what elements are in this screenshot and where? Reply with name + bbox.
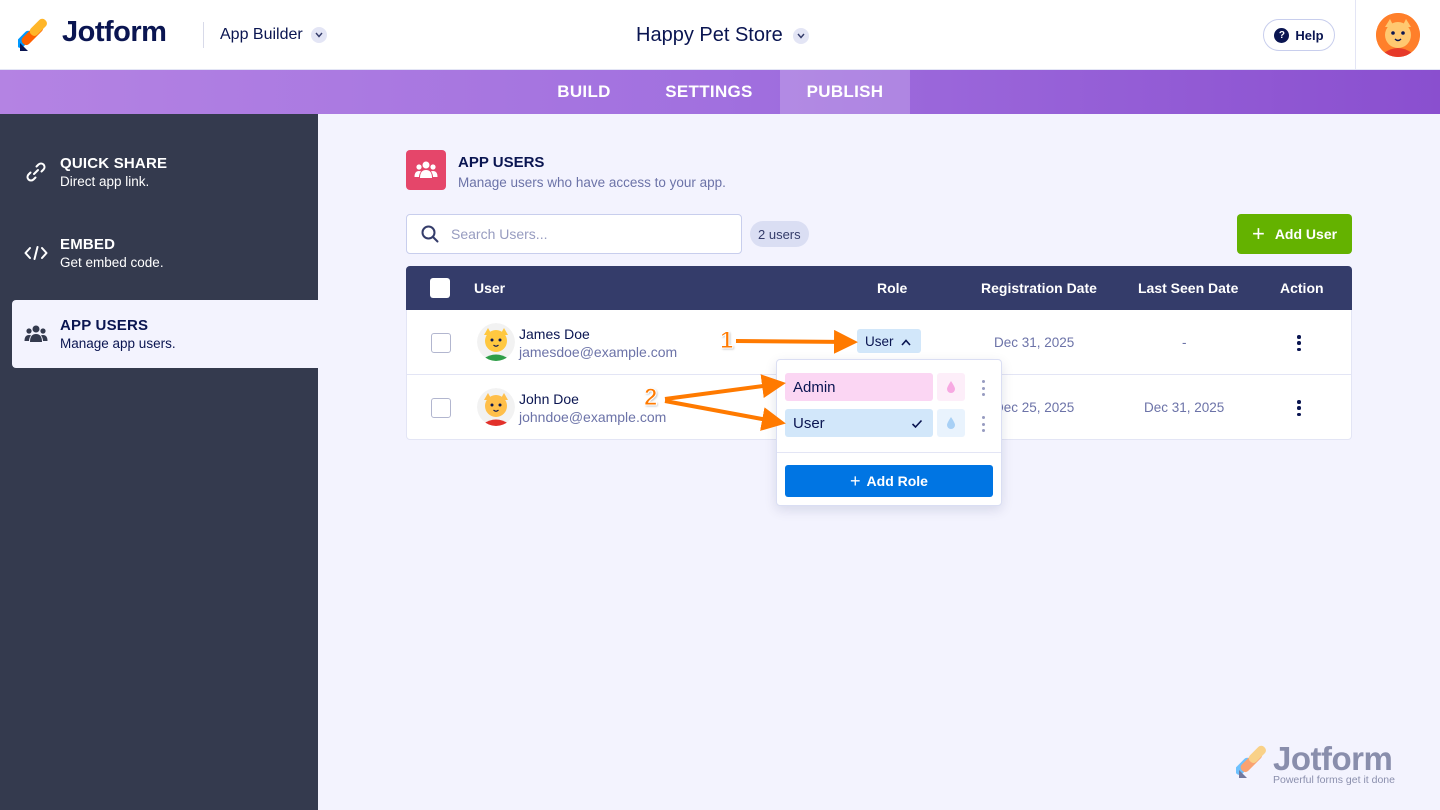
user-name: James Doe [519,326,590,342]
question-icon: ? [1274,27,1290,43]
column-header-registration-date: Registration Date [981,280,1097,296]
search-box [406,214,742,254]
tab-build[interactable]: BUILD [530,70,638,114]
plus-icon: + [850,471,861,491]
role-label: User [865,333,894,349]
column-header-user: User [474,280,506,296]
publish-sidebar: QUICK SHARE Direct app link. EMBED Get e… [0,114,318,810]
color-drop-icon[interactable] [937,409,965,437]
sidebar-item-subtitle: Manage app users. [60,336,176,351]
checkmark-icon [911,416,923,433]
annotation-step-2: 2 [643,384,658,412]
sidebar-item-subtitle: Direct app link. [60,174,150,189]
column-header-action: Action [1280,280,1324,296]
jotform-watermark-icon [1234,745,1266,778]
app-builder-menu[interactable]: App Builder [220,26,327,44]
role-option-label: User [793,414,825,432]
search-icon [421,225,439,243]
header-divider [1355,0,1356,70]
watermark-brand: Jotform [1273,740,1393,777]
chevron-up-icon [900,334,911,349]
app-title: Happy Pet Store [636,24,783,46]
last-seen-date: Dec 31, 2025 [1144,400,1225,415]
jotform-logo-icon [15,17,50,51]
page-subtitle: Manage users who have access to your app… [458,175,726,190]
role-option-menu-icon[interactable] [980,416,986,432]
page-title: APP USERS [458,154,545,171]
top-header: Jotform App Builder Happy Pet Store ? He… [0,0,1440,70]
app-builder-label: App Builder [220,26,303,43]
app-title-menu[interactable]: Happy Pet Store [636,24,809,47]
role-option-menu-icon[interactable] [980,380,986,396]
help-button[interactable]: ? Help [1263,19,1335,51]
sidebar-item-title: QUICK SHARE [60,155,168,172]
user-email: jamesdoe@example.com [519,344,678,360]
column-header-role: Role [877,280,908,296]
jotform-watermark: Jotform Powerful forms get it done [1234,740,1395,786]
role-dropdown: Admin User + Add Role [776,359,1002,506]
user-name: John Doe [519,391,579,407]
sidebar-item-quick-share[interactable]: QUICK SHARE Direct app link. [12,138,318,206]
row-checkbox[interactable] [431,333,451,353]
header-divider [203,22,204,48]
builder-tabs: BUILD SETTINGS PUBLISH [0,70,1440,114]
sidebar-item-title: APP USERS [60,317,149,334]
role-option-user[interactable]: User [785,409,933,437]
row-actions-kebab-icon[interactable] [1296,335,1302,351]
users-icon [406,150,446,190]
user-count-badge: 2 users [750,221,809,247]
annotation-step-1: 1 [719,327,734,355]
role-selector[interactable]: User [857,329,921,353]
add-user-button[interactable]: + Add User [1237,214,1352,254]
code-icon [24,241,48,265]
role-option-label: Admin [793,378,836,396]
table-header: User Role Registration Date Last Seen Da… [406,266,1352,310]
sidebar-item-subtitle: Get embed code. [60,255,164,270]
search-input[interactable] [451,226,731,242]
registration-date: Dec 31, 2025 [994,335,1075,350]
account-avatar[interactable] [1376,13,1420,57]
avatar [477,388,515,426]
row-actions-kebab-icon[interactable] [1296,400,1302,416]
add-role-button[interactable]: + Add Role [785,465,993,497]
jotform-logo[interactable]: Jotform [15,16,167,51]
tab-settings[interactable]: SETTINGS [638,70,780,114]
sidebar-item-app-users[interactable]: APP USERS Manage app users. [12,300,318,368]
watermark-tagline: Powerful forms get it done [1273,774,1395,786]
add-user-label: Add User [1274,226,1338,242]
brand-name: Jotform [62,16,167,48]
chevron-down-icon [792,27,809,44]
registration-date: Dec 25, 2025 [994,400,1075,415]
sidebar-item-title: EMBED [60,236,116,253]
color-drop-icon[interactable] [937,373,965,401]
add-role-label: Add Role [866,473,928,489]
dropdown-divider [777,452,1001,453]
plus-icon: + [1251,221,1265,246]
users-icon [24,322,48,346]
chevron-down-icon [310,27,327,43]
tab-publish[interactable]: PUBLISH [780,70,910,114]
help-label: Help [1295,27,1324,43]
last-seen-date: - [1182,335,1187,350]
column-header-last-seen-date: Last Seen Date [1138,280,1239,296]
row-checkbox[interactable] [431,398,451,418]
link-icon [24,160,48,184]
avatar [477,323,515,361]
role-option-admin[interactable]: Admin [785,373,933,401]
select-all-checkbox[interactable] [430,278,450,298]
sidebar-item-embed[interactable]: EMBED Get embed code. [12,219,318,287]
